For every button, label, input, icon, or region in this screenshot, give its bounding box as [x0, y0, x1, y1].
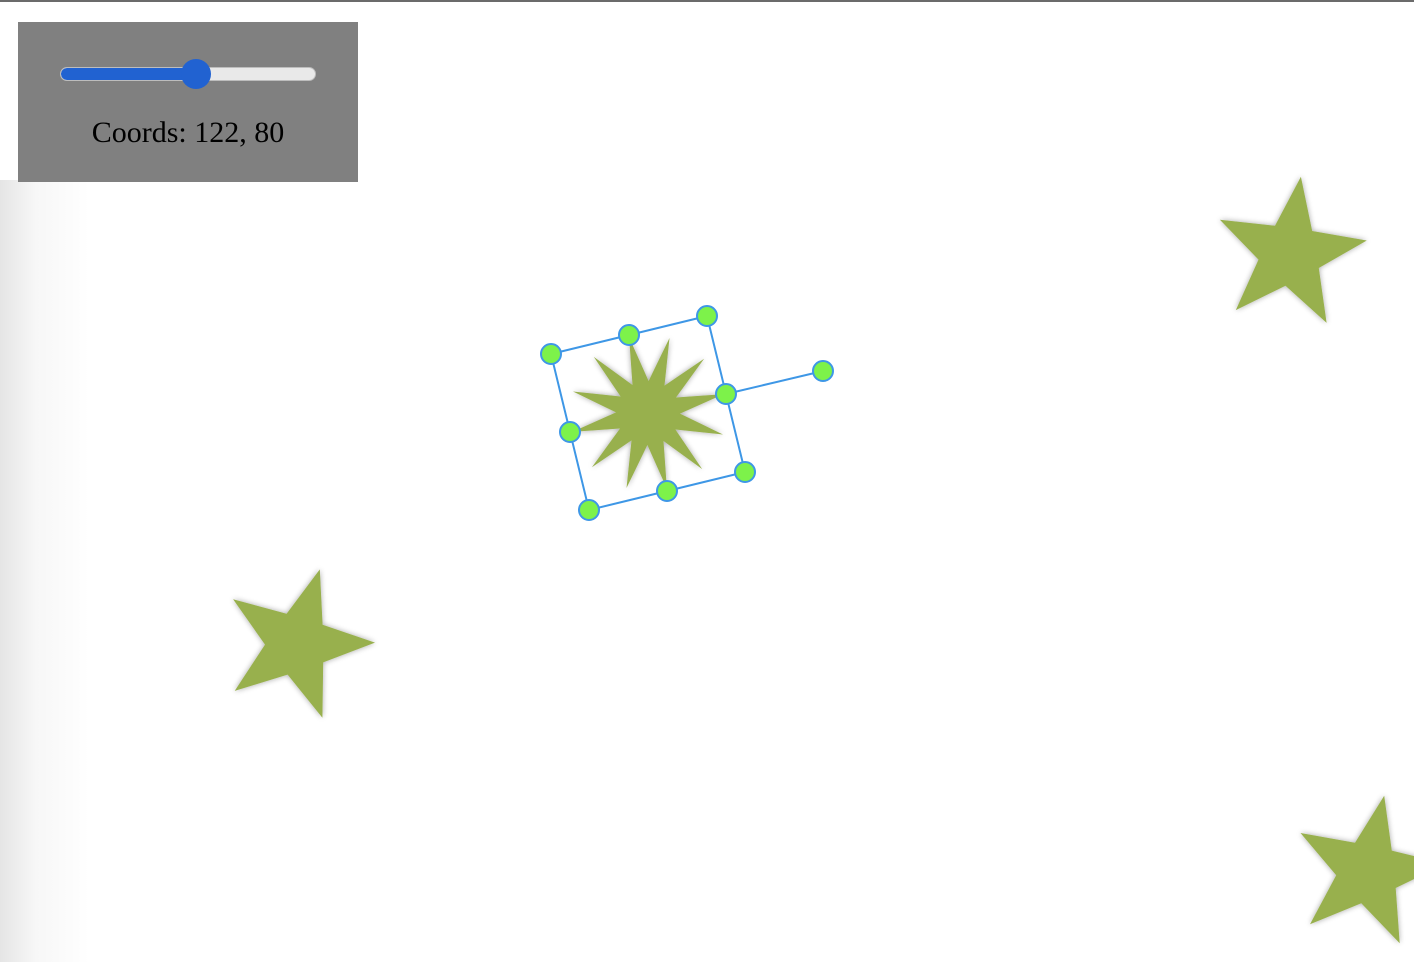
resize-handle-bottom[interactable] [656, 480, 678, 502]
resize-handle-bottom-left[interactable] [578, 499, 600, 521]
resize-handle-left[interactable] [559, 421, 581, 443]
star-shape-left[interactable] [233, 569, 375, 718]
star-shape-selected[interactable] [572, 337, 724, 489]
rotate-handle[interactable] [812, 360, 834, 382]
star-shape-bottom-right[interactable] [1300, 795, 1414, 944]
star-shape-top-right[interactable] [1219, 176, 1367, 323]
drawing-canvas[interactable] [0, 0, 1414, 962]
resize-handle-top-right[interactable] [696, 305, 718, 327]
rotation-handle-line [725, 370, 824, 395]
resize-handle-top-left[interactable] [540, 343, 562, 365]
resize-handle-right[interactable] [715, 383, 737, 405]
resize-handle-top[interactable] [618, 324, 640, 346]
resize-handle-bottom-right[interactable] [734, 461, 756, 483]
